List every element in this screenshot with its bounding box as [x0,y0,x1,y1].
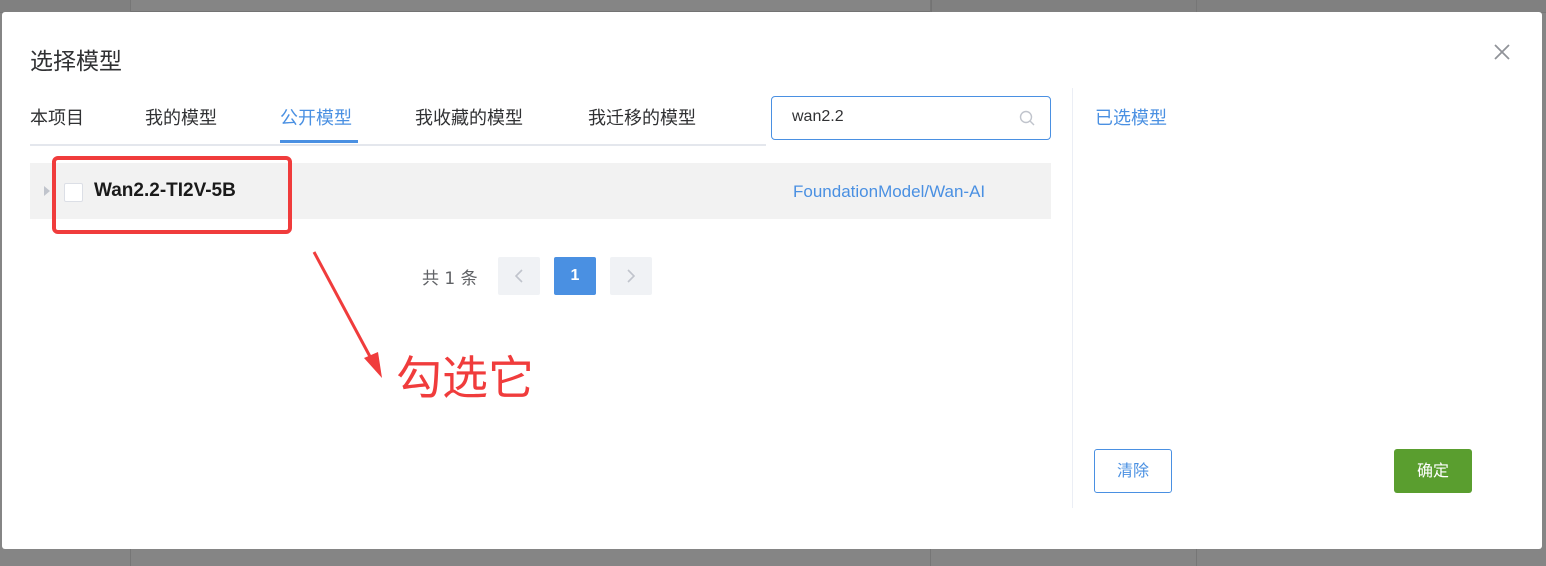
close-icon [1494,44,1510,60]
model-source-link[interactable]: FoundationModel/Wan-AI [793,182,985,202]
expand-caret-icon[interactable] [44,186,50,196]
tab-favorite-models[interactable]: 我收藏的模型 [415,104,523,142]
prev-page-button[interactable] [498,257,540,295]
annotation-arrow-icon [312,251,382,378]
chevron-left-icon [514,269,523,283]
page-number-current[interactable]: 1 [554,257,596,295]
search-input[interactable] [792,106,1012,128]
tab-this-project[interactable]: 本项目 [30,104,84,142]
annotation-text: 勾选它 [396,351,534,405]
panel-divider [1072,88,1073,508]
next-page-button[interactable] [610,257,652,295]
chevron-right-icon [627,269,636,283]
search-icon[interactable] [1018,109,1036,127]
confirm-button[interactable]: 确定 [1394,449,1472,493]
tab-migrated-models[interactable]: 我迁移的模型 [588,104,696,142]
selected-models-title: 已选模型 [1095,108,1167,129]
pagination-total: 共 1 条 [422,269,478,289]
tab-public-models[interactable]: 公开模型 [280,104,352,142]
close-button[interactable] [1490,40,1514,64]
select-model-dialog: 选择模型 本项目 我的模型 公开模型 我收藏的模型 我迁移的模型 Wan2.2-… [2,12,1542,549]
active-tab-indicator [280,140,358,143]
tabs-bar: 本项目 我的模型 公开模型 我收藏的模型 我迁移的模型 [30,92,766,146]
dialog-title: 选择模型 [30,49,122,75]
annotation-highlight-box [52,156,292,234]
clear-button[interactable]: 清除 [1094,449,1172,493]
search-box[interactable] [771,96,1051,140]
tab-my-models[interactable]: 我的模型 [145,104,217,142]
